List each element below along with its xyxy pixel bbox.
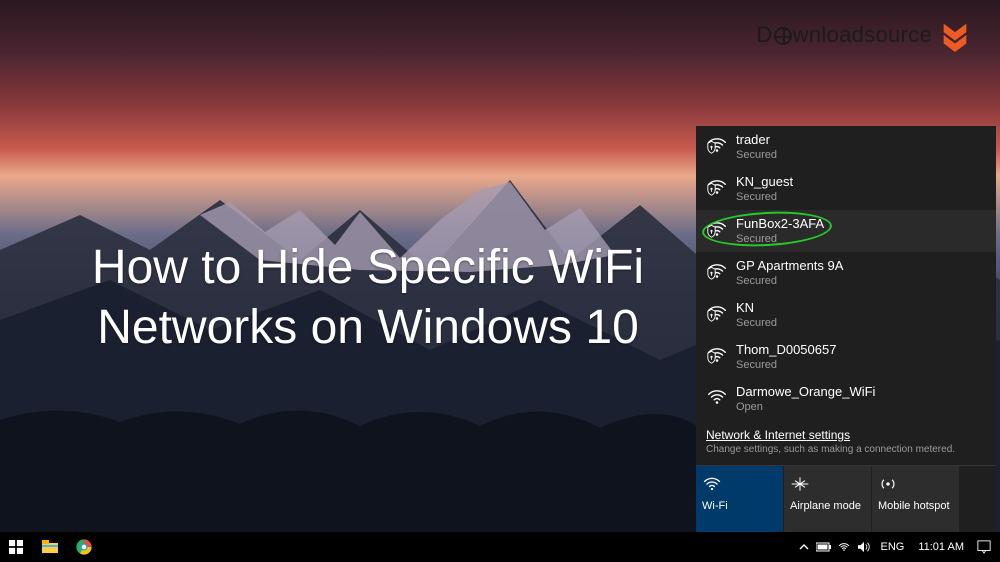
wifi-flyout: traderSecuredKN_guestSecuredFunBox2-3AFA…	[696, 126, 996, 532]
wifi-signal-icon	[706, 176, 726, 196]
wifi-ssid: KN	[736, 300, 777, 316]
wifi-text: FunBox2-3AFASecured	[736, 216, 824, 246]
tile-hotspot-label: Mobile hotspot	[878, 500, 953, 513]
wifi-status: Secured	[736, 148, 777, 162]
brand-suffix: source	[864, 22, 932, 47]
wifi-network-list: traderSecuredKN_guestSecuredFunBox2-3AFA…	[696, 126, 996, 420]
wifi-ssid: trader	[736, 132, 777, 148]
wifi-settings-section: Network & Internet settings Change setti…	[696, 420, 996, 465]
tile-hotspot[interactable]: Mobile hotspot	[872, 466, 960, 532]
wifi-text: Darmowe_Orange_WiFiOpen	[736, 384, 875, 414]
battery-icon	[816, 542, 832, 552]
wifi-signal-icon	[706, 386, 726, 406]
file-explorer-button[interactable]	[34, 532, 66, 562]
tray-wifi[interactable]	[834, 532, 854, 562]
wifi-icon	[702, 472, 777, 496]
wifi-text: KNSecured	[736, 300, 777, 330]
wifi-network-item[interactable]: GP Apartments 9ASecured	[696, 252, 996, 294]
network-settings-hint: Change settings, such as making a connec…	[706, 444, 986, 455]
wifi-ssid: FunBox2-3AFA	[736, 216, 824, 232]
taskbar-left	[0, 532, 100, 562]
tray-volume[interactable]	[854, 532, 874, 562]
chrome-button[interactable]	[68, 532, 100, 562]
wifi-ssid: Darmowe_Orange_WiFi	[736, 384, 875, 400]
wifi-text: traderSecured	[736, 132, 777, 162]
wifi-network-item[interactable]: KN_guestSecured	[696, 168, 996, 210]
wifi-ssid: GP Apartments 9A	[736, 258, 843, 274]
chrome-icon	[76, 539, 92, 555]
tray-battery[interactable]	[814, 532, 834, 562]
brand-prefix: D	[756, 22, 772, 47]
wifi-signal-icon	[706, 344, 726, 364]
airplane-icon	[790, 472, 865, 496]
volume-icon	[857, 541, 871, 553]
file-explorer-icon	[42, 540, 58, 554]
overlay-title-line2: Networks on Windows 10	[58, 298, 678, 358]
taskbar: ENG 11:01 AM	[0, 532, 1000, 562]
action-center[interactable]	[972, 532, 996, 562]
windows-logo-icon	[9, 540, 23, 554]
clock: 11:01 AM	[910, 541, 972, 553]
wifi-status: Open	[736, 400, 875, 414]
wifi-text: GP Apartments 9ASecured	[736, 258, 843, 288]
wifi-text: Thom_D0050657Secured	[736, 342, 836, 372]
wifi-signal-icon	[706, 302, 726, 322]
wifi-signal-icon	[706, 260, 726, 280]
start-button[interactable]	[0, 532, 32, 562]
hotspot-icon	[878, 472, 953, 496]
system-tray: ENG 11:01 AM	[794, 532, 1000, 562]
tile-airplane-label: Airplane mode	[790, 500, 865, 513]
language-indicator[interactable]: ENG	[874, 541, 910, 553]
wifi-status: Secured	[736, 274, 843, 288]
wifi-network-item[interactable]: traderSecured	[696, 126, 996, 168]
chevron-up-icon	[799, 542, 809, 552]
globe-icon	[774, 27, 792, 45]
overlay-title: How to Hide Specific WiFi Networks on Wi…	[58, 238, 678, 358]
tile-wifi-label: Wi-Fi	[702, 500, 777, 513]
wifi-ssid: KN_guest	[736, 174, 793, 190]
wifi-network-item[interactable]: Darmowe_Orange_WiFiOpen	[696, 378, 996, 420]
wifi-text: KN_guestSecured	[736, 174, 793, 204]
brand-mid: wnload	[793, 22, 865, 47]
wifi-ssid: Thom_D0050657	[736, 342, 836, 358]
wifi-icon	[837, 541, 851, 553]
wifi-network-item[interactable]: KNSecured	[696, 294, 996, 336]
brand-text: Dwnloadsource	[756, 22, 932, 48]
network-settings-link[interactable]: Network & Internet settings	[706, 428, 850, 442]
tray-chevron[interactable]	[794, 532, 814, 562]
notification-icon	[977, 540, 991, 554]
wifi-quick-tiles: Wi-Fi Airplane mode Mobile hotspot	[696, 465, 996, 532]
overlay-title-line1: How to Hide Specific WiFi	[58, 238, 678, 298]
wifi-status: Secured	[736, 232, 824, 246]
wifi-signal-icon	[706, 218, 726, 238]
wifi-status: Secured	[736, 358, 836, 372]
wifi-status: Secured	[736, 316, 777, 330]
tile-airplane[interactable]: Airplane mode	[784, 466, 872, 532]
wifi-signal-icon	[706, 134, 726, 154]
wifi-network-item[interactable]: Thom_D0050657Secured	[696, 336, 996, 378]
wifi-status: Secured	[736, 190, 793, 204]
brand-chevron-icon	[938, 18, 972, 52]
wifi-network-item[interactable]: FunBox2-3AFASecured	[696, 210, 996, 252]
brand-watermark: Dwnloadsource	[756, 18, 972, 52]
tile-wifi[interactable]: Wi-Fi	[696, 466, 784, 532]
